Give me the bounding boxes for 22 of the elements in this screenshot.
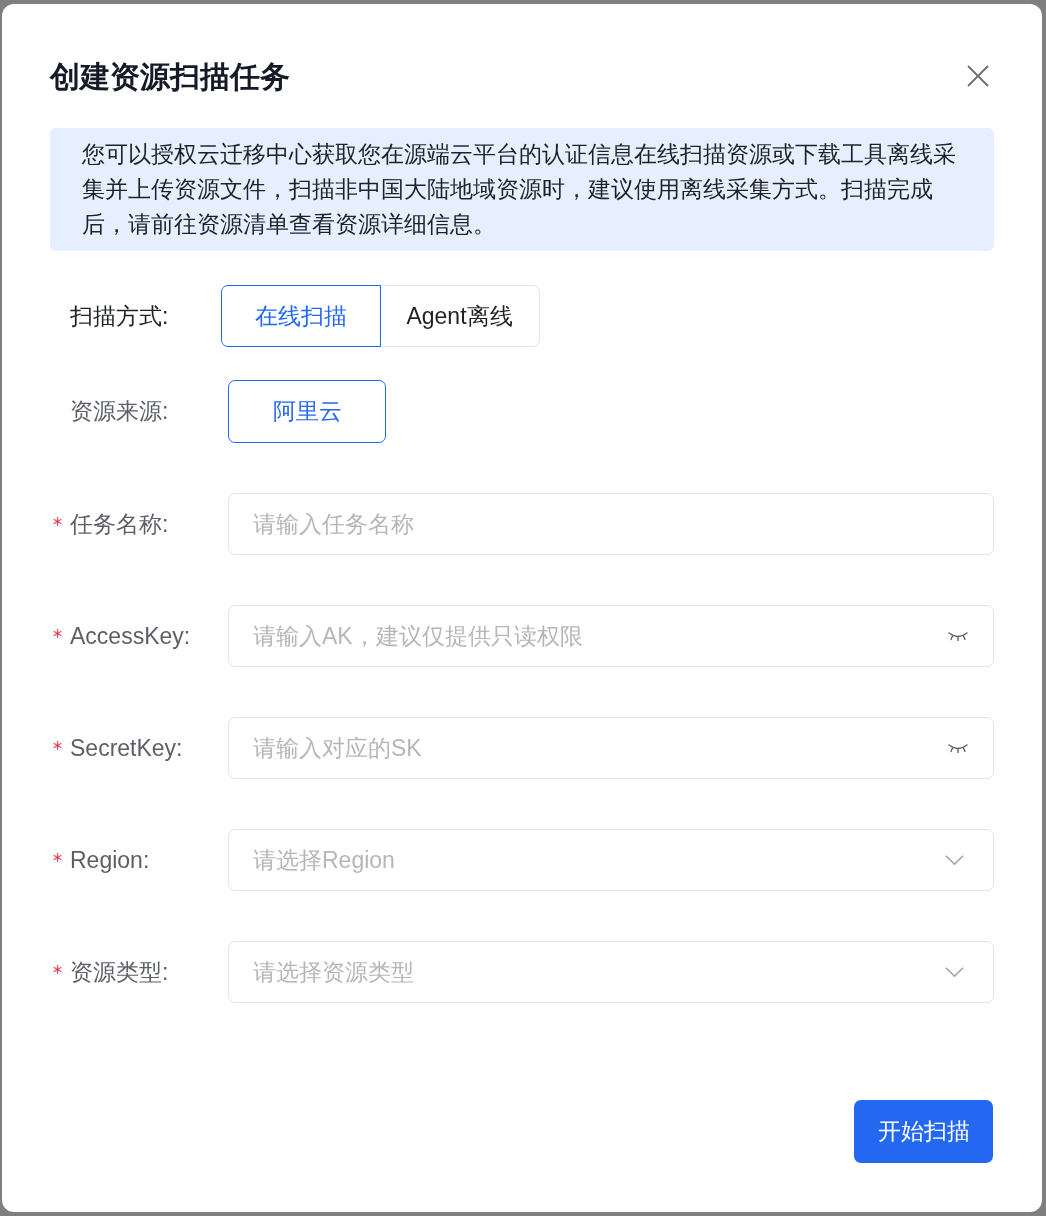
close-icon <box>967 65 989 87</box>
field-label: 资源来源: <box>70 397 169 427</box>
field-label: SecretKey: <box>70 733 183 763</box>
field-label: 扫描方式: <box>70 301 169 331</box>
info-notice: 您可以授权云迁移中心获取您在源端云平台的认证信息在线扫描资源或下载工具离线采集并上传资源文件，扫描非中国大陆地域资源时，建议使用离线采集方式。扫描完成后，请前往资源清单查看资源详细信息。 <box>50 128 994 251</box>
source-option[interactable]: 阿里云 <box>228 380 386 443</box>
field-label: 资源类型: <box>70 957 169 987</box>
segment-tab[interactable]: 在线扫描 <box>221 285 381 347</box>
segment-tab[interactable]: Agent离线 <box>379 285 540 347</box>
chevron-down-icon <box>945 855 964 865</box>
start-scan-button[interactable]: 开始扫描 <box>854 1100 993 1163</box>
field-label: AccessKey: <box>70 621 191 651</box>
field-label: Region: <box>70 845 150 875</box>
field-label: 任务名称: <box>70 509 169 539</box>
closed-eye-icon[interactable] <box>948 631 968 641</box>
chevron-down-icon <box>945 967 964 977</box>
dialog-title: 创建资源扫描任务 <box>50 58 290 95</box>
input-field[interactable]: 请输入任务名称 <box>228 493 994 555</box>
password-field[interactable]: 请输入AK，建议仅提供只读权限 <box>228 605 994 667</box>
close-button[interactable] <box>966 64 990 88</box>
password-field[interactable]: 请输入对应的SK <box>228 717 994 779</box>
closed-eye-icon[interactable] <box>948 743 968 753</box>
